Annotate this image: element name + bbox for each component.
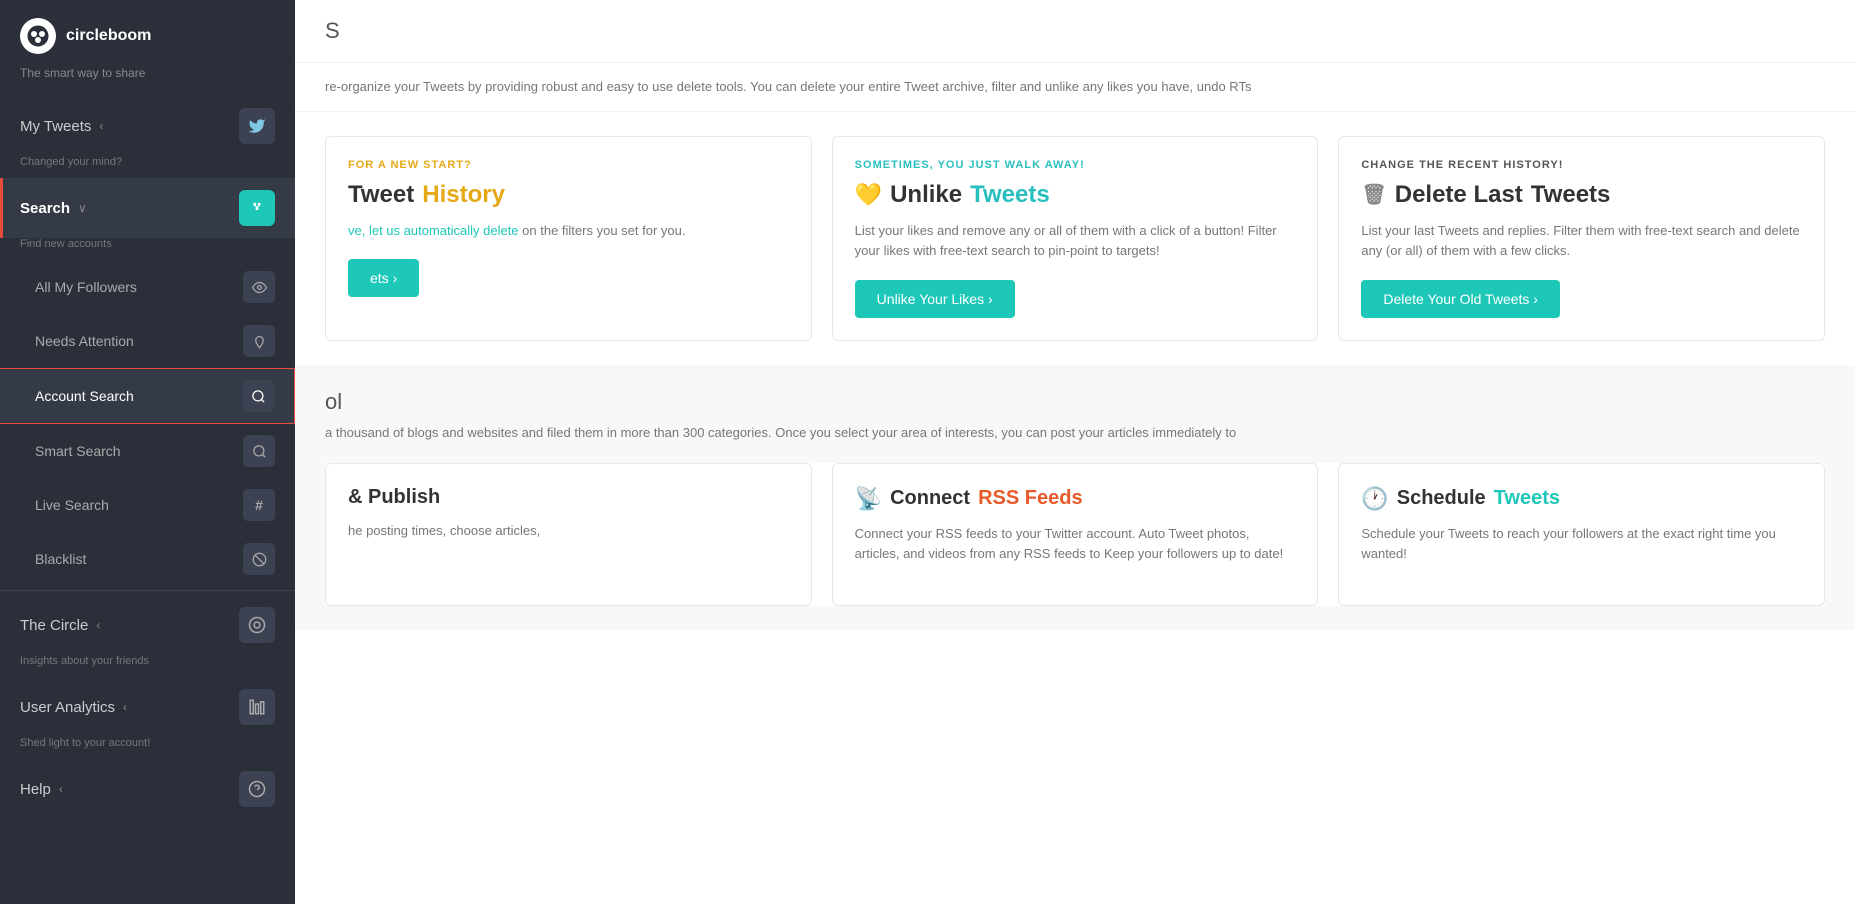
unlike-tweets-desc: List your likes and remove any or all of…: [855, 221, 1296, 263]
account-search-icon: [242, 380, 274, 412]
account-search-label: Account Search: [35, 388, 134, 404]
unlike-tweets-btn[interactable]: Unlike Your Likes ›: [855, 280, 1015, 318]
card-rss: 📡 Connect RSS Feeds Connect your RSS fee…: [832, 463, 1319, 607]
delete-tweets-btn[interactable]: Delete Your Old Tweets ›: [1361, 280, 1560, 318]
user-analytics-label: User Analytics: [20, 699, 115, 716]
sidebar: circleboom The smart way to share My Twe…: [0, 0, 295, 904]
search-chevron: ∨: [78, 201, 87, 215]
delete-tweets-title: 🗑 Delete Last Tweets: [1361, 181, 1802, 209]
content-header: S: [295, 0, 1855, 63]
clock-icon: 🕐: [1361, 486, 1388, 512]
logo-icon: [20, 18, 56, 54]
the-circle-sublabel: Insights about your friends: [0, 655, 295, 677]
user-analytics-chevron: ‹: [123, 700, 127, 714]
tweet-history-desc: ve, let us automatically delete on the f…: [348, 221, 789, 242]
help-chevron: ‹: [59, 782, 63, 796]
smart-search-icon: [243, 435, 275, 467]
sidebar-sub-needs-attention[interactable]: Needs Attention: [0, 314, 295, 368]
tweet-history-subtitle: FOR A NEW START?: [348, 159, 789, 171]
description-text: re-organize your Tweets by providing rob…: [325, 79, 1251, 94]
my-tweets-label: My Tweets: [20, 118, 91, 135]
rss-desc: Connect your RSS feeds to your Twitter a…: [855, 524, 1296, 566]
sidebar-item-user-analytics[interactable]: User Analytics ‹: [0, 677, 295, 737]
trash-icon: 🗑: [1361, 182, 1386, 207]
sidebar-item-my-tweets[interactable]: My Tweets ‹: [0, 96, 295, 156]
main-content: S re-organize your Tweets by providing r…: [295, 0, 1855, 904]
sidebar-sub-blacklist[interactable]: Blacklist: [0, 532, 295, 586]
my-tweets-icon: [239, 108, 275, 144]
section2-title: ol: [325, 389, 1825, 415]
sidebar-sub-account-search[interactable]: Account Search: [0, 368, 295, 424]
rss-icon: 📡: [855, 486, 882, 512]
unlike-tweets-subtitle: SOMETIMES, YOU JUST WALK AWAY!: [855, 159, 1296, 171]
user-analytics-icon: [239, 689, 275, 725]
card-publish: & Publish he posting times, choose artic…: [325, 463, 812, 607]
user-analytics-sublabel: Shed light to your account!: [0, 737, 295, 759]
header-title: S: [325, 18, 340, 43]
search-label: Search: [20, 200, 70, 217]
help-icon: [239, 771, 275, 807]
smart-search-label: Smart Search: [35, 443, 121, 459]
divider-1: [0, 590, 295, 591]
blacklist-label: Blacklist: [35, 551, 86, 567]
search-icon-box: [239, 190, 275, 226]
sidebar-item-help[interactable]: Help ‹: [0, 759, 295, 819]
all-followers-label: All My Followers: [35, 279, 137, 295]
schedule-title: 🕐 Schedule Tweets: [1361, 486, 1802, 512]
needs-attention-label: Needs Attention: [35, 333, 134, 349]
logo-area: circleboom: [0, 0, 295, 66]
the-circle-chevron: ‹: [96, 618, 100, 632]
all-followers-icon: [243, 271, 275, 303]
heart-icon: 💛: [855, 182, 882, 208]
rss-title: 📡 Connect RSS Feeds: [855, 486, 1296, 512]
the-circle-icon: [239, 607, 275, 643]
sidebar-sub-smart-search[interactable]: Smart Search: [0, 424, 295, 478]
my-tweets-chevron: ‹: [99, 119, 103, 133]
card-schedule: 🕐 Schedule Tweets Schedule your Tweets t…: [1338, 463, 1825, 607]
help-label: Help: [20, 781, 51, 798]
logo-text: circleboom: [66, 27, 151, 45]
tweet-history-btn[interactable]: ets ›: [348, 259, 419, 297]
live-search-icon: #: [243, 489, 275, 521]
sidebar-sub-live-search[interactable]: Live Search #: [0, 478, 295, 532]
card-tweet-history: FOR A NEW START? Tweet History ve, let u…: [325, 136, 812, 342]
sidebar-sub-all-followers[interactable]: All My Followers: [0, 260, 295, 314]
card-unlike-tweets: SOMETIMES, YOU JUST WALK AWAY! 💛 Unlike …: [832, 136, 1319, 342]
publish-title: & Publish: [348, 486, 789, 509]
delete-tweets-desc: List your last Tweets and replies. Filte…: [1361, 221, 1802, 263]
sidebar-item-search[interactable]: Search ∨: [0, 178, 295, 238]
my-tweets-sublabel: Changed your mind?: [0, 156, 295, 178]
schedule-desc: Schedule your Tweets to reach your follo…: [1361, 524, 1802, 566]
delete-tweets-subtitle: CHANGE THE RECENT HISTORY!: [1361, 159, 1802, 171]
tweet-history-title: Tweet History: [348, 181, 789, 209]
the-circle-label: The Circle: [20, 617, 88, 634]
search-sublabel: Find new accounts: [0, 238, 295, 260]
section-2: ol a thousand of blogs and websites and …: [295, 365, 1855, 630]
needs-attention-icon: [243, 325, 275, 357]
unlike-tweets-title: 💛 Unlike Tweets: [855, 181, 1296, 209]
sidebar-item-the-circle[interactable]: The Circle ‹: [0, 595, 295, 655]
description-bar: re-organize your Tweets by providing rob…: [295, 63, 1855, 112]
card-delete-tweets: CHANGE THE RECENT HISTORY! 🗑 Delete Last…: [1338, 136, 1825, 342]
live-search-label: Live Search: [35, 497, 109, 513]
sidebar-tagline: The smart way to share: [0, 66, 295, 96]
cards-row-1: FOR A NEW START? Tweet History ve, let u…: [295, 112, 1855, 366]
publish-desc: he posting times, choose articles,: [348, 521, 789, 542]
cards-row-2: & Publish he posting times, choose artic…: [325, 463, 1825, 607]
blacklist-icon: [243, 543, 275, 575]
section2-desc: a thousand of blogs and websites and fil…: [325, 423, 1825, 443]
